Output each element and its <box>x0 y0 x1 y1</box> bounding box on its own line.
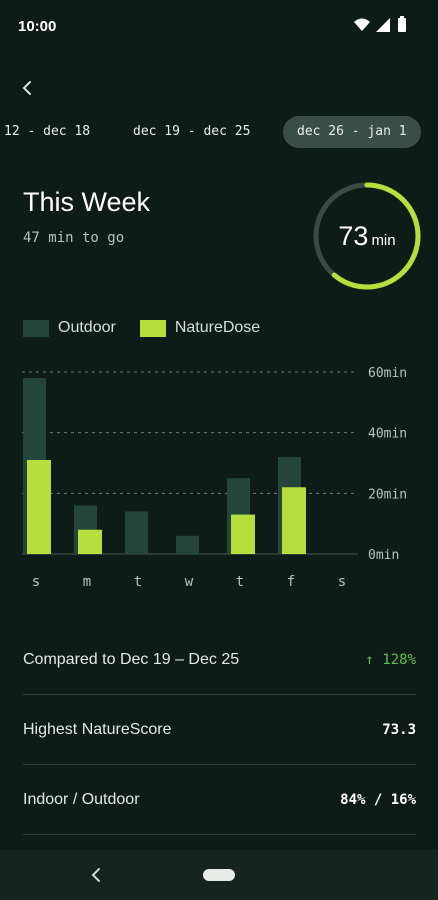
back-arrow-icon[interactable] <box>17 78 37 98</box>
nav-back-icon[interactable] <box>88 866 104 884</box>
signal-icon <box>376 18 390 32</box>
status-bar: 10:00 <box>0 0 438 52</box>
stat-label-compared: Compared to Dec 19 – Dec 25 <box>23 651 240 668</box>
stat-label-highest-naturescore: Highest NatureScore <box>23 721 172 738</box>
x-tick-label: s <box>338 574 346 590</box>
bar-naturedose <box>27 459 51 554</box>
tab-dec-12-18[interactable]: 12 - dec 18 <box>4 116 90 148</box>
legend-label-naturedose: NatureDose <box>174 319 261 336</box>
chart-legend: Outdoor NatureDose <box>23 316 284 340</box>
x-tick-label: f <box>287 574 295 590</box>
weekly-bar-chart: 0min 20min 40min 60min s m t w t f s <box>22 366 407 590</box>
system-nav-bar <box>0 850 438 900</box>
status-icons <box>354 16 406 32</box>
x-tick-label: m <box>83 574 91 590</box>
y-tick-label: 0min <box>368 548 399 563</box>
stat-row-indoor-outdoor: Indoor / Outdoor 84% / 16% <box>23 765 416 835</box>
stat-value-highest-naturescore: 73.3 <box>382 722 416 738</box>
ring-unit: min <box>371 231 396 249</box>
legend-swatch-naturedose <box>139 319 166 337</box>
y-tick-label: 20min <box>368 487 407 502</box>
divider <box>23 834 416 835</box>
tab-dec-19-25[interactable]: dec 19 - dec 25 <box>133 116 250 148</box>
x-tick-label: s <box>32 574 40 590</box>
stat-row-highest-naturescore: Highest NatureScore 73.3 <box>23 695 416 765</box>
ring-label: 73 min <box>312 181 422 291</box>
bar-outdoor <box>176 535 199 554</box>
battery-icon <box>398 18 406 32</box>
ring-value: 73 <box>338 220 369 251</box>
bar-naturedose <box>78 529 102 554</box>
wifi-icon <box>354 18 370 31</box>
status-time: 10:00 <box>18 18 57 35</box>
bar-outdoor <box>125 511 148 554</box>
legend-swatch-outdoor <box>23 319 49 337</box>
week-title: This Week <box>23 187 151 217</box>
nav-home-pill[interactable] <box>203 869 235 881</box>
date-range-tabs: 12 - dec 18 dec 19 - dec 25 dec 26 - jan… <box>0 116 438 148</box>
bar-naturedose <box>282 487 306 554</box>
legend-label-outdoor: Outdoor <box>58 319 116 336</box>
stat-label-indoor-outdoor: Indoor / Outdoor <box>23 791 140 808</box>
x-tick-label: t <box>236 574 244 590</box>
bar-naturedose <box>231 514 255 554</box>
x-tick-label: w <box>185 574 194 590</box>
x-tick-label: t <box>134 574 142 590</box>
y-tick-label: 60min <box>368 366 407 381</box>
minutes-to-go: 47 min to go <box>23 230 125 246</box>
stat-value-indoor-outdoor: 84% / 16% <box>340 792 416 808</box>
y-tick-label: 40min <box>368 427 407 442</box>
stat-value-compared: ↑ 128% <box>365 652 416 668</box>
tab-dec-26-jan-1[interactable]: dec 26 - jan 1 <box>283 116 421 148</box>
stat-row-compared: Compared to Dec 19 – Dec 25 ↑ 128% <box>23 625 416 695</box>
